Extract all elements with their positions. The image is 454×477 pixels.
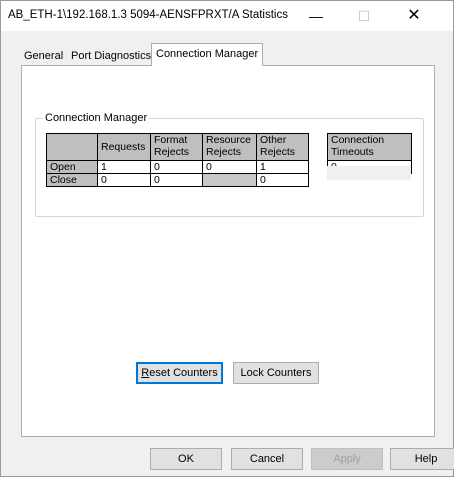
- cancel-button[interactable]: Cancel: [231, 448, 303, 470]
- cell-open-resource-rejects: 0: [202, 160, 257, 174]
- statistics-dialog: AB_ETH-1\192.168.1.3 5094-AENSFPRXT/A St…: [0, 0, 454, 477]
- cell-open-other-rejects: 1: [256, 160, 309, 174]
- cell-close-format-rejects: 0: [150, 173, 203, 187]
- cell-open-format-rejects: 0: [150, 160, 203, 174]
- table-row-open: Open 1 0 0 1: [46, 160, 309, 174]
- minimize-icon[interactable]: —: [296, 4, 336, 28]
- apply-button: Apply: [311, 448, 383, 470]
- connection-table: Requests Format Rejects Resource Rejects…: [46, 133, 309, 187]
- corner-cell: [46, 133, 98, 161]
- cell-close-other-rejects: 0: [256, 173, 309, 187]
- tab-port-diagnostics[interactable]: Port Diagnostics: [68, 47, 154, 65]
- lock-counters-button[interactable]: Lock Counters: [233, 362, 319, 384]
- tab-panel: Connection Manager Requests Format Rejec…: [21, 65, 435, 437]
- column-header-format-rejects: Format Rejects: [150, 133, 203, 161]
- timeouts-header: Connection Timeouts: [327, 133, 412, 161]
- help-button[interactable]: Help: [390, 448, 454, 470]
- row-label-open: Open: [46, 160, 98, 174]
- cell-close-requests: 0: [97, 173, 151, 187]
- connection-manager-group: Connection Manager Requests Format Rejec…: [35, 112, 424, 217]
- tab-connection-manager[interactable]: Connection Manager: [151, 43, 264, 66]
- reset-counters-button[interactable]: Reset Counters: [136, 362, 223, 384]
- cell-close-resource-rejects: [202, 173, 257, 187]
- cell-open-requests: 1: [97, 160, 151, 174]
- maximize-icon: ☐: [357, 8, 371, 24]
- table-row-close: Close 0 0 0: [46, 173, 309, 187]
- timeouts-filler: [327, 166, 411, 180]
- tab-general[interactable]: General: [21, 47, 66, 65]
- group-label: Connection Manager: [43, 112, 150, 124]
- column-header-resource-rejects: Resource Rejects: [202, 133, 257, 161]
- ok-button[interactable]: OK: [150, 448, 222, 470]
- timeouts-header-row: Connection Timeouts: [327, 133, 412, 161]
- close-icon[interactable]: ✕: [394, 4, 434, 28]
- reset-label: eset Counters: [149, 367, 218, 379]
- table-header-row: Requests Format Rejects Resource Rejects…: [46, 133, 309, 161]
- column-header-requests: Requests: [97, 133, 151, 161]
- window-title: AB_ETH-1\192.168.1.3 5094-AENSFPRXT/A St…: [8, 9, 288, 21]
- row-label-close: Close: [46, 173, 98, 187]
- column-header-other-rejects: Other Rejects: [256, 133, 309, 161]
- title-bar: AB_ETH-1\192.168.1.3 5094-AENSFPRXT/A St…: [1, 1, 453, 31]
